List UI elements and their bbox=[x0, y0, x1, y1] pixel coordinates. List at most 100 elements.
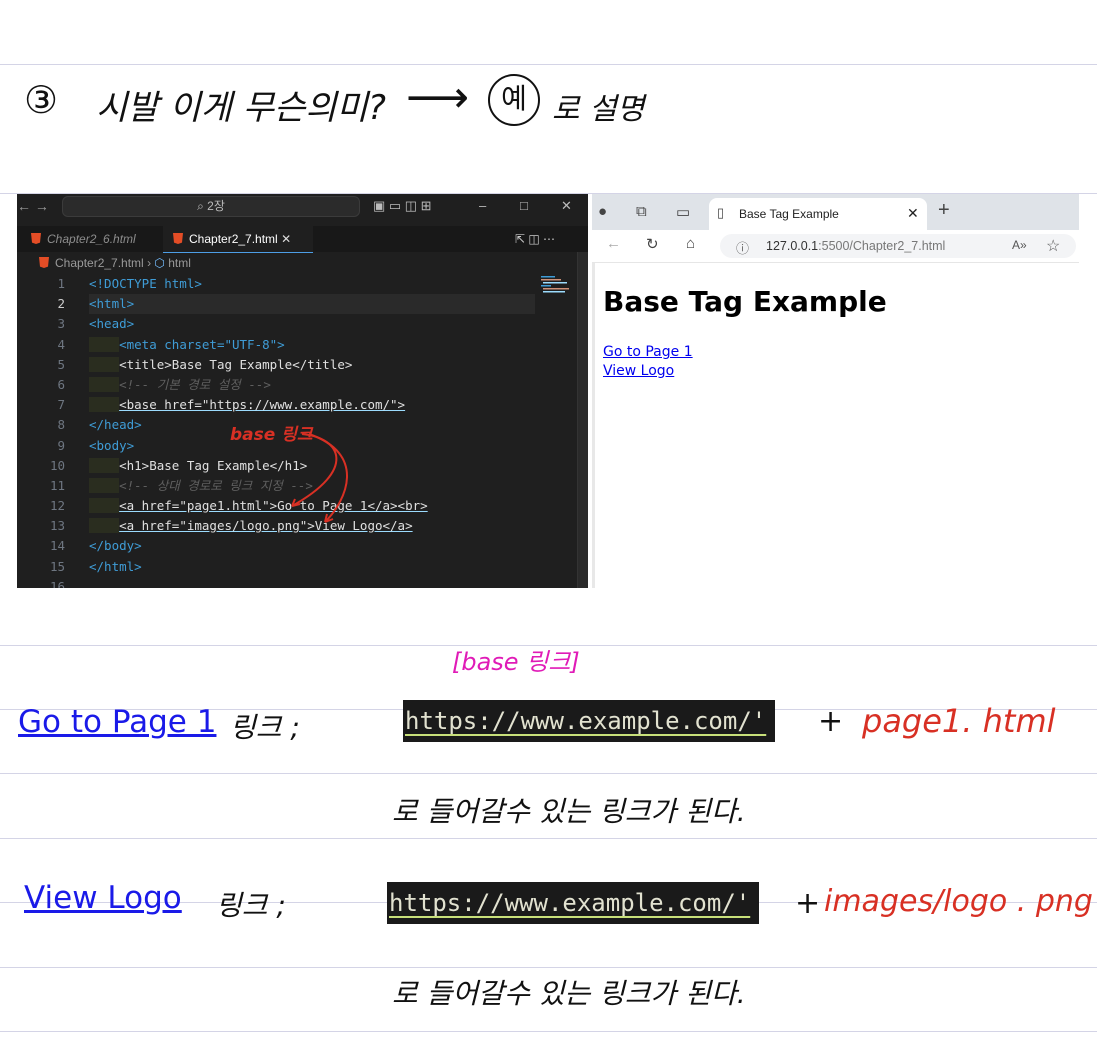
code-text: <body> bbox=[89, 437, 135, 453]
code-line-current: <html> bbox=[89, 294, 535, 315]
html5-icon bbox=[39, 257, 49, 268]
maximize-icon[interactable]: □ bbox=[520, 198, 528, 213]
arrow-icon: ⟶ bbox=[406, 72, 470, 123]
vscode-titlebar: ← → ⌕ 2장 ▣ ▭ ◫ ⊞ – □ ✕ bbox=[17, 194, 588, 220]
line-number: 13 bbox=[49, 518, 65, 534]
code-line: <!DOCTYPE html> bbox=[89, 274, 588, 294]
ruled-line bbox=[0, 773, 1097, 774]
base-url-text: https://www.example.com/' bbox=[405, 707, 767, 735]
big-link-view-logo[interactable]: View Logo bbox=[24, 880, 182, 916]
part-images-logo: images/logo . png bbox=[824, 884, 1093, 919]
url-text: 127.0.0.1:5500/Chapter2_7.html bbox=[766, 239, 945, 253]
minimize-icon[interactable]: – bbox=[479, 198, 486, 213]
favorite-star-icon[interactable]: ☆ bbox=[1046, 236, 1060, 256]
browser-window: ● ⧉ ▭ ▯ Base Tag Example ✕ + ← ↻ ⌂ ⓘ 127… bbox=[592, 194, 1082, 588]
breadcrumb-element[interactable]: html bbox=[168, 256, 191, 270]
code-text: </html> bbox=[89, 558, 142, 574]
line-number: 5 bbox=[57, 356, 65, 372]
close-window-icon[interactable]: ✕ bbox=[561, 198, 572, 214]
line-number: 8 bbox=[57, 417, 65, 433]
big-link-go-to-page-1[interactable]: Go to Page 1 bbox=[18, 704, 216, 740]
command-search-box[interactable]: ⌕ 2장 bbox=[62, 196, 360, 217]
code-text: <!DOCTYPE html> bbox=[89, 276, 202, 291]
minimap[interactable] bbox=[539, 274, 577, 304]
note-tail: 로 설명 bbox=[552, 92, 645, 127]
html5-icon bbox=[31, 233, 41, 244]
collections-icon[interactable]: ⧉ bbox=[636, 203, 647, 220]
base-url-box-2: https://www.example.com/' bbox=[387, 882, 759, 924]
tab-label: Chapter2_7.html bbox=[189, 232, 278, 246]
code-text: </head> bbox=[89, 417, 142, 433]
line-number: 3 bbox=[57, 316, 65, 332]
tab-close-icon[interactable]: ✕ bbox=[281, 232, 291, 246]
home-icon[interactable]: ⌂ bbox=[686, 235, 695, 252]
url-path: :5500/Chapter2_7.html bbox=[818, 239, 946, 253]
ruled-line bbox=[0, 838, 1097, 839]
breadcrumb-file[interactable]: Chapter2_7.html bbox=[55, 256, 144, 270]
explain-line-1: 로 들어갈수 있는 링크가 된다. bbox=[392, 795, 746, 828]
note-question: 시발 이게 무슨의미? bbox=[96, 88, 386, 128]
browser-tab[interactable]: ▯ Base Tag Example ✕ bbox=[709, 198, 927, 230]
line-numbers: 1 2 3 4 5 6 7 8 9 10 11 12 13 14 15 16 bbox=[17, 274, 77, 588]
line-number: 4 bbox=[57, 336, 65, 352]
code-line: <!-- 기본 경로 설정 --> bbox=[89, 375, 588, 395]
breadcrumb: Chapter2_7.html › ⬡ html bbox=[39, 256, 191, 270]
code-text: <a href="images/logo.png">View Logo</a> bbox=[119, 518, 413, 534]
line-number: 11 bbox=[49, 477, 65, 493]
refresh-icon[interactable]: ↻ bbox=[646, 235, 659, 253]
line-number: 6 bbox=[57, 376, 65, 392]
close-tab-icon[interactable]: ✕ bbox=[907, 205, 919, 222]
base-url-text: https://www.example.com/' bbox=[389, 889, 751, 917]
line-number: 15 bbox=[49, 558, 65, 574]
code-line: </body> bbox=[89, 536, 588, 556]
code-line: <title>Base Tag Example</title> bbox=[89, 355, 588, 375]
line-number: 2 bbox=[57, 296, 65, 312]
url-host: 127.0.0.1 bbox=[766, 239, 819, 253]
tab-chapter2-7[interactable]: Chapter2_7.html ✕ bbox=[163, 226, 313, 253]
line-number: 7 bbox=[57, 397, 65, 413]
profile-icon[interactable]: ● bbox=[598, 203, 607, 220]
code-line: </html> bbox=[89, 557, 588, 577]
base-url-box-1: https://www.example.com/' bbox=[403, 700, 775, 742]
line-number: 12 bbox=[49, 498, 65, 514]
code-text: </body> bbox=[89, 538, 142, 554]
link-word-1: 링크 ; bbox=[230, 711, 300, 744]
tab-label: Chapter2_6.html bbox=[47, 232, 136, 246]
note-number: ③ bbox=[24, 78, 59, 122]
element-icon: ⬡ bbox=[154, 256, 165, 270]
tab-actions-icon[interactable]: ▭ bbox=[676, 203, 690, 221]
editor-tabs: Chapter2_6.html Chapter2_7.html ✕ ⇱ ◫ ⋯ bbox=[17, 226, 588, 253]
plus-sign-2: + bbox=[795, 886, 821, 921]
page-heading: Base Tag Example bbox=[603, 285, 887, 318]
info-icon[interactable]: ⓘ bbox=[736, 238, 749, 257]
explain-line-2: 로 들어갈수 있는 링크가 된다. bbox=[392, 977, 746, 1010]
code-text: <head> bbox=[89, 316, 135, 332]
browser-tab-title: Base Tag Example bbox=[739, 207, 839, 221]
split-editor-icons[interactable]: ⇱ ◫ ⋯ bbox=[515, 226, 555, 252]
html5-icon bbox=[173, 233, 183, 244]
editor-scrollbar[interactable] bbox=[577, 252, 588, 588]
layout-toggle-icons[interactable]: ▣ ▭ ◫ ⊞ bbox=[373, 198, 432, 214]
code-text: <meta charset="UTF-8"> bbox=[119, 336, 285, 352]
code-comment: <!-- 기본 경로 설정 --> bbox=[119, 376, 271, 392]
code-editor[interactable]: <!DOCTYPE html> <html> <head> <meta char… bbox=[89, 274, 588, 577]
code-text: <title>Base Tag Example</title> bbox=[119, 356, 353, 372]
nav-arrows-icon[interactable]: ← → bbox=[17, 198, 49, 214]
back-icon[interactable]: ← bbox=[606, 235, 621, 252]
ruled-line bbox=[0, 967, 1097, 968]
link-view-logo[interactable]: View Logo bbox=[603, 363, 674, 379]
code-line: <meta charset="UTF-8"> bbox=[89, 335, 588, 355]
address-bar[interactable]: ⓘ 127.0.0.1:5500/Chapter2_7.html A» ☆ bbox=[720, 234, 1076, 258]
code-text: <html> bbox=[89, 296, 135, 312]
ruled-line bbox=[0, 64, 1097, 65]
rendered-page: Base Tag Example Go to Page 1 View Logo bbox=[592, 263, 1082, 588]
page-icon: ▯ bbox=[717, 205, 725, 220]
new-tab-icon[interactable]: + bbox=[938, 199, 950, 222]
label-base-link: [base 링크] bbox=[452, 648, 580, 676]
line-number: 14 bbox=[49, 538, 65, 554]
plus-sign-1: + bbox=[818, 704, 844, 739]
line-number: 16 bbox=[49, 578, 65, 588]
tab-chapter2-6[interactable]: Chapter2_6.html bbox=[31, 226, 161, 252]
link-go-to-page-1[interactable]: Go to Page 1 bbox=[603, 344, 693, 360]
read-aloud-icon[interactable]: A» bbox=[1012, 238, 1027, 252]
